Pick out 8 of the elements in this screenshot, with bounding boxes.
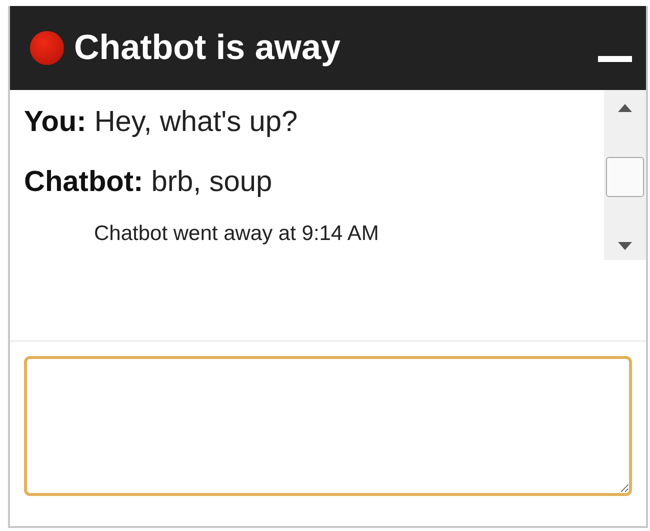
message-input[interactable] <box>24 356 632 496</box>
scroll-thumb[interactable] <box>606 157 644 197</box>
scroll-up-icon[interactable] <box>618 104 632 112</box>
scroll-down-icon[interactable] <box>618 242 632 250</box>
chat-message: You: Hey, what's up? <box>24 105 299 140</box>
status-notice: Chatbot went away at 9:14 AM <box>93 221 380 247</box>
window-title: Chatbot is away <box>74 26 340 69</box>
chat-message: Chatbot: brb, soup <box>24 165 274 200</box>
